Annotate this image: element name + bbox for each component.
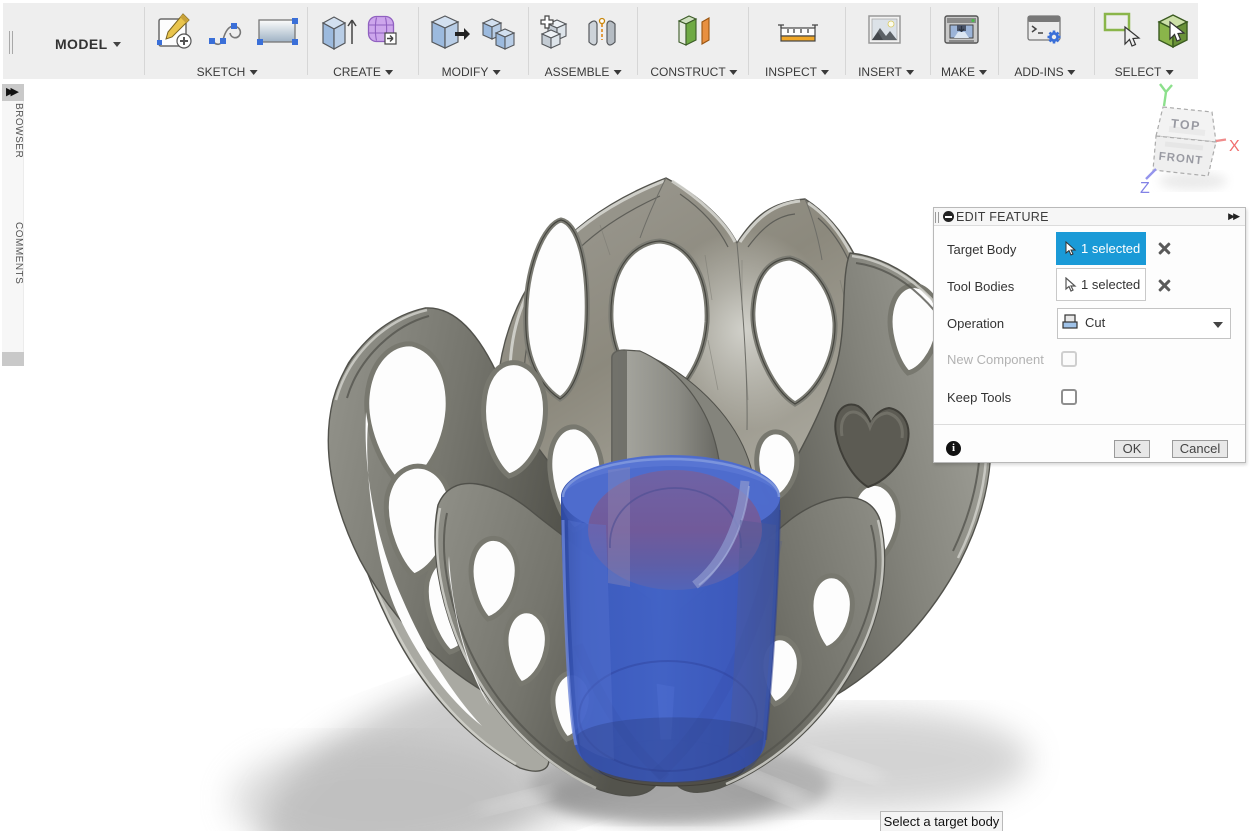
svg-text:Z: Z — [1140, 180, 1150, 197]
svg-text:X: X — [1229, 138, 1240, 155]
